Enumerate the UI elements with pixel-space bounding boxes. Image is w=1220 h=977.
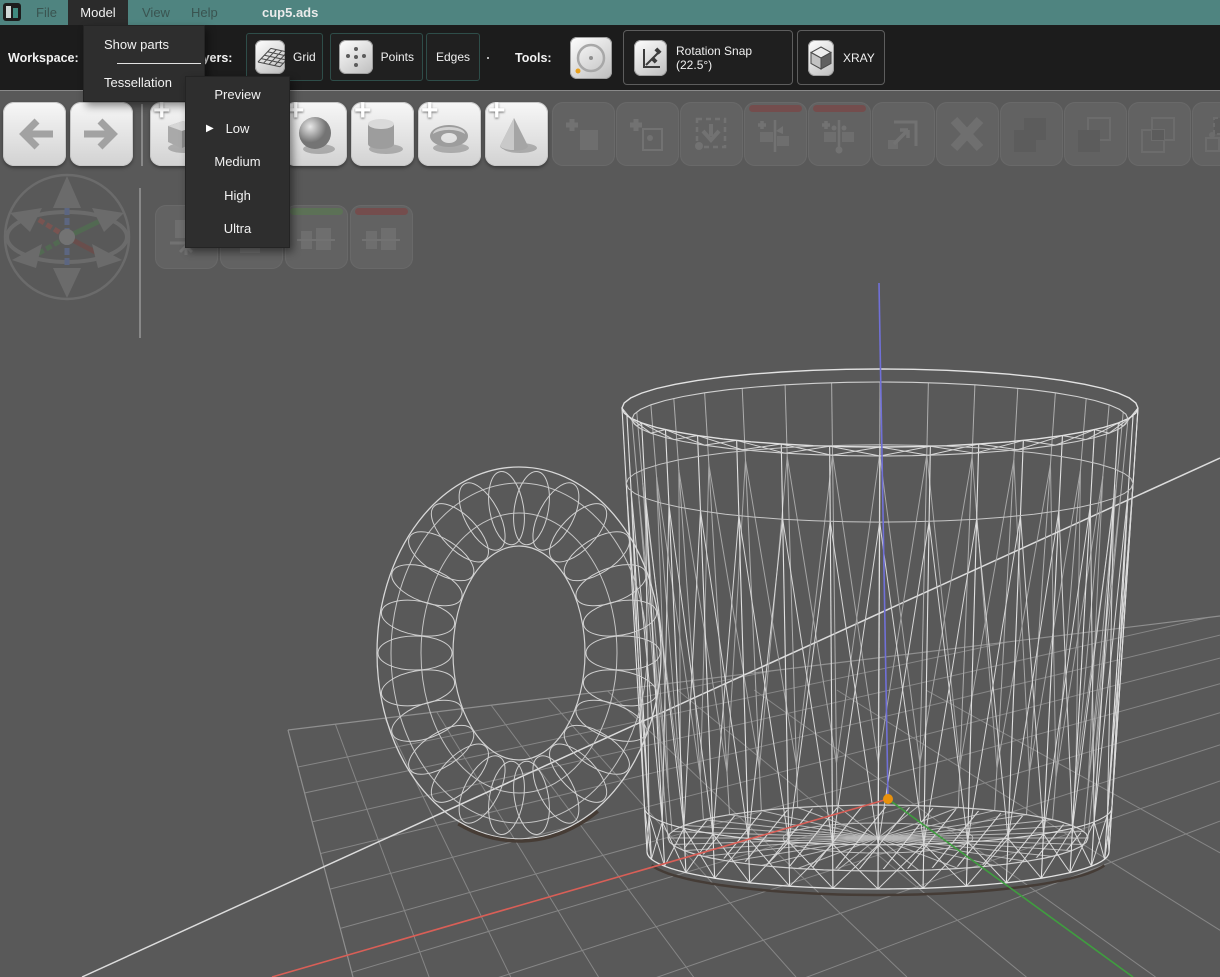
origin-point <box>883 794 893 804</box>
menu-bar: File Model View Help cup5.ads <box>0 0 1220 25</box>
tessellation-submenu: Preview ▶ Low Medium High Ultra <box>185 76 290 248</box>
rotation-snap-icon <box>634 40 667 76</box>
gizmo-cone-up[interactable] <box>53 176 81 208</box>
xray-button-label: XRAY <box>843 51 875 65</box>
grid-icon <box>255 40 285 74</box>
xray-button[interactable]: XRAY <box>797 30 885 85</box>
orientation-gizmo[interactable] <box>0 170 140 310</box>
selected-marker-icon: ▶ <box>206 112 214 146</box>
menu-view[interactable]: View <box>142 0 170 25</box>
rotation-dial-button[interactable] <box>570 37 612 79</box>
gizmo-cone-left-up[interactable] <box>10 208 42 232</box>
menu-help[interactable]: Help <box>191 0 218 25</box>
layer-edges-button[interactable]: Edges <box>426 33 480 81</box>
layer-grid-button[interactable]: Grid <box>246 33 323 81</box>
dial-icon <box>570 37 612 79</box>
xray-cube-icon <box>808 40 834 76</box>
gizmo-center[interactable] <box>59 229 75 245</box>
application-window: + + + + + <box>0 0 1220 977</box>
app-logo-icon <box>3 3 21 21</box>
plus-badge: + <box>354 94 372 128</box>
plus-badge: + <box>421 94 439 128</box>
points-icon <box>339 40 373 74</box>
gizmo-cone-down[interactable] <box>53 268 81 298</box>
rotation-snap-label: Rotation Snap (22.5°) <box>676 44 782 72</box>
submenu-item-medium[interactable]: Medium <box>186 145 289 179</box>
layer-points-button[interactable]: Points <box>330 33 423 81</box>
gizmo-cone-right-down[interactable] <box>92 244 122 268</box>
plus-badge: + <box>488 94 506 128</box>
submenu-item-ultra[interactable]: Ultra <box>186 212 289 246</box>
menu-file[interactable]: File <box>36 0 57 25</box>
rotation-snap-button[interactable]: Rotation Snap (22.5°) <box>623 30 793 85</box>
submenu-item-low[interactable]: ▶ Low <box>186 112 289 146</box>
edges-button-label: Edges <box>436 50 470 64</box>
workspace-label: Workspace: <box>8 25 79 91</box>
gizmo-cone-left-down[interactable] <box>12 244 42 268</box>
viewport-3d[interactable] <box>0 0 1220 977</box>
points-button-label: Points <box>381 50 414 64</box>
grid-button-label: Grid <box>293 50 316 64</box>
document-title: cup5.ads <box>262 0 318 25</box>
submenu-item-preview[interactable]: Preview <box>186 78 289 112</box>
tools-label: Tools: <box>515 25 552 91</box>
menu-item-show-parts[interactable]: Show parts <box>84 26 204 63</box>
submenu-item-high[interactable]: High <box>186 179 289 213</box>
menu-model[interactable]: Model <box>68 0 128 25</box>
toolbar-dot-separator <box>487 57 489 59</box>
